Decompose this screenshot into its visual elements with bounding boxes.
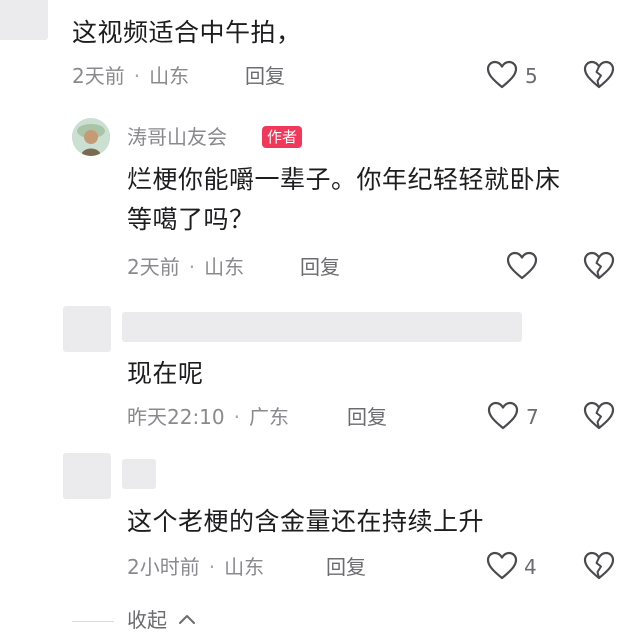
collapse-divider [72,621,114,622]
meta-separator: · [233,405,240,429]
comment-location: 山东 [149,64,190,88]
heart-outline-icon[interactable] [487,401,519,431]
like-count: 5 [525,64,538,88]
broken-heart-icon[interactable] [583,551,615,581]
meta-separator: · [188,255,196,279]
username[interactable]: 涛哥山友会 [127,123,227,151]
author-badge: 作者 [262,126,303,148]
avatar-placeholder [0,0,48,40]
comment-text: 现在呢 [127,359,204,388]
broken-heart-icon[interactable] [583,401,615,431]
collapse-button[interactable]: 收起 [127,606,167,634]
comment-time: 2小时前 [127,555,200,579]
reply-button[interactable]: 回复 [245,62,285,90]
comment-meta: 2天前 · 山东 [127,253,244,281]
heart-outline-icon[interactable] [506,251,538,281]
meta-separator: · [133,64,141,88]
username-placeholder [122,459,156,489]
comment-text-line2: 等噶了吗？ [127,205,255,234]
reply-button[interactable]: 回复 [326,553,366,581]
comment-text: 这视频适合中午拍， [72,18,302,47]
comment-meta: 昨天22:10 · 广东 [127,403,289,431]
heart-outline-icon[interactable] [486,60,518,90]
comment-location: 山东 [204,255,245,279]
comment-location: 广东 [249,405,289,429]
comment-text-line1: 烂梗你能嚼一辈子。你年纪轻轻就卧床 [127,165,561,194]
reply-button[interactable]: 回复 [300,253,340,281]
comment-time: 2天前 [72,64,125,88]
comment-location: 山东 [224,555,265,579]
avatar-placeholder[interactable] [63,306,111,352]
comment-meta: 2小时前 · 山东 [127,553,264,581]
avatar-placeholder[interactable] [63,453,111,499]
comment-time: 昨天22:10 [127,405,225,429]
reply-button[interactable]: 回复 [347,403,387,431]
broken-heart-icon[interactable] [583,251,615,281]
meta-separator: · [208,555,216,579]
broken-heart-icon[interactable] [583,60,615,90]
like-count: 4 [524,555,537,579]
heart-outline-icon[interactable] [486,551,518,581]
comment-meta: 2天前 · 山东 [72,62,189,90]
like-count: 7 [526,405,539,429]
avatar[interactable] [72,118,110,156]
comment-text: 这个老梗的含金量还在持续上升 [127,507,485,536]
avatar-image [72,118,110,156]
collapse-label: 收起 [127,608,167,632]
comment-time: 2天前 [127,255,180,279]
chevron-up-icon[interactable] [178,612,196,626]
username-placeholder [122,312,522,342]
